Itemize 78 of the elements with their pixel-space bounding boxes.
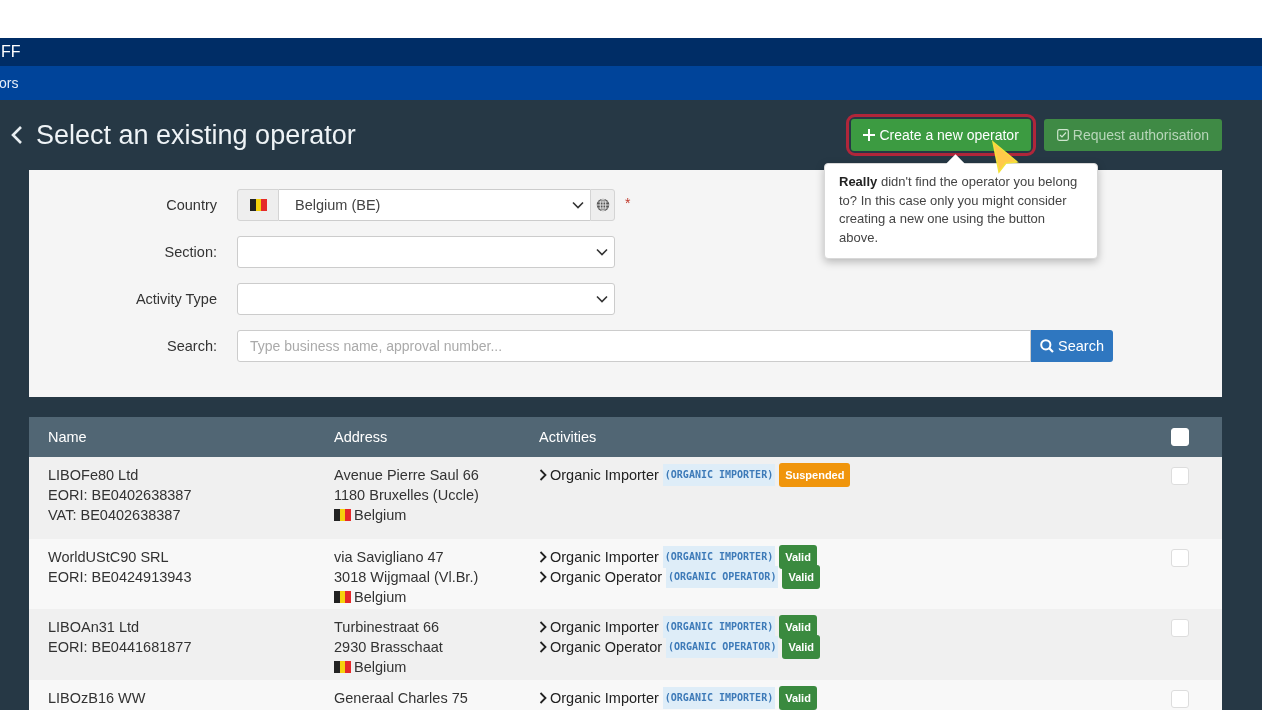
select-all-checkbox[interactable] [1171,428,1189,446]
create-button[interactable]: Create a new operator [851,119,1031,151]
activity-code: (ORGANIC IMPORTER) [662,687,776,709]
activity-link[interactable]: Organic Operator [539,567,663,587]
chevron-icon [539,692,547,704]
column-header: Address [334,429,389,445]
operator-text: EORI: BE0424913943 [48,568,193,587]
status-badge: Valid [782,635,821,659]
activity-code: (ORGANIC OPERATOR) [666,636,779,658]
activity-code: (ORGANIC OPERATOR) [666,566,779,588]
address-text: 3018 Wijgmaal (Vl.Br.) [334,568,480,587]
chevron-icon [539,571,547,583]
caret-icon [572,201,584,209]
field-label: Country [165,197,218,213]
app-title: FF [0,43,21,61]
address-text: via Savigliano 47 [334,548,445,567]
operator-text: LIBOzB16 WW [48,689,147,708]
row-checkbox[interactable] [1171,467,1189,485]
column-header: Activities [539,429,598,445]
activity-link[interactable]: Organic Importer [539,688,659,708]
dropdown-field[interactable] [237,236,615,268]
chevron-icon [539,641,547,653]
back-icon [11,125,23,145]
search-icon [1040,339,1054,353]
chevron-icon [539,469,547,481]
activity-link[interactable]: Organic Operator [539,637,663,657]
row-checkbox[interactable] [1171,549,1189,567]
status-badge: Valid [782,565,821,589]
address-text: Turbinestraat 66 [334,618,441,637]
address-text: 2930 Brasschaat [334,638,444,657]
checkbox-icon [1056,129,1069,141]
operator-text: WorldUStC90 SRL [48,548,170,567]
operator-text: LIBOAn31 Ltd [48,618,141,637]
activity-link[interactable]: Organic Importer [539,547,659,567]
select-value: Belgium (BE) [295,197,381,213]
row-checkbox[interactable] [1171,619,1189,637]
status-badge: Suspended [779,463,851,487]
operator-text: EORI: BE0441681877 [48,638,193,657]
activity-link[interactable]: Organic Importer [539,465,659,485]
field-label: Search: [166,338,218,354]
caret-icon [596,248,608,256]
tooltip-text: Really didn't find the operator you belong to? In this case only you might consider creating a new one using the button above. [839,173,1079,248]
address-text: Avenue Pierre Saul 66 [334,466,480,485]
globe-icon [595,198,610,212]
operator-text: VAT: BE0402638387 [48,506,182,525]
caret-icon [596,295,608,303]
country-text: Belgium [354,506,407,525]
chevron-icon [539,621,547,633]
address-text: 1180 Bruxelles (Uccle) [334,486,480,505]
back-button[interactable] [11,125,23,145]
operator-text: EORI: BE0402638387 [48,486,193,505]
nav-item[interactable]: ors [0,75,19,91]
column-header: Name [47,429,88,445]
flag-icon [334,661,351,673]
flag-icon [249,199,267,211]
activity-code: (ORGANIC IMPORTER) [662,616,776,638]
row-checkbox[interactable] [1171,690,1189,708]
country-text: Belgium [354,658,407,677]
address-text: Generaal Charles 75 [334,689,469,708]
field-label: Section: [163,244,218,260]
flag-icon [334,591,351,603]
activity-code: (ORGANIC IMPORTER) [662,546,776,568]
globe-button[interactable] [590,189,615,221]
status-badge: Valid [779,686,817,710]
page-title: Select an existing operator [36,119,356,151]
plus-icon [863,129,876,141]
flag-icon [334,509,351,521]
activity-link[interactable]: Organic Importer [539,617,659,637]
chevron-icon [539,551,547,563]
operator-text: LIBOFe80 Ltd [48,466,140,485]
activity-code: (ORGANIC IMPORTER) [662,464,776,486]
search-button[interactable]: Search [1031,330,1113,362]
search-field[interactable]: Type business name, approval number... [237,330,1031,362]
country-select[interactable]: Belgium (BE) [279,189,590,221]
field-label: Activity Type [134,291,218,307]
required-mark: * [625,195,631,211]
country-text: Belgium [354,588,407,607]
dropdown-field[interactable] [237,283,615,315]
